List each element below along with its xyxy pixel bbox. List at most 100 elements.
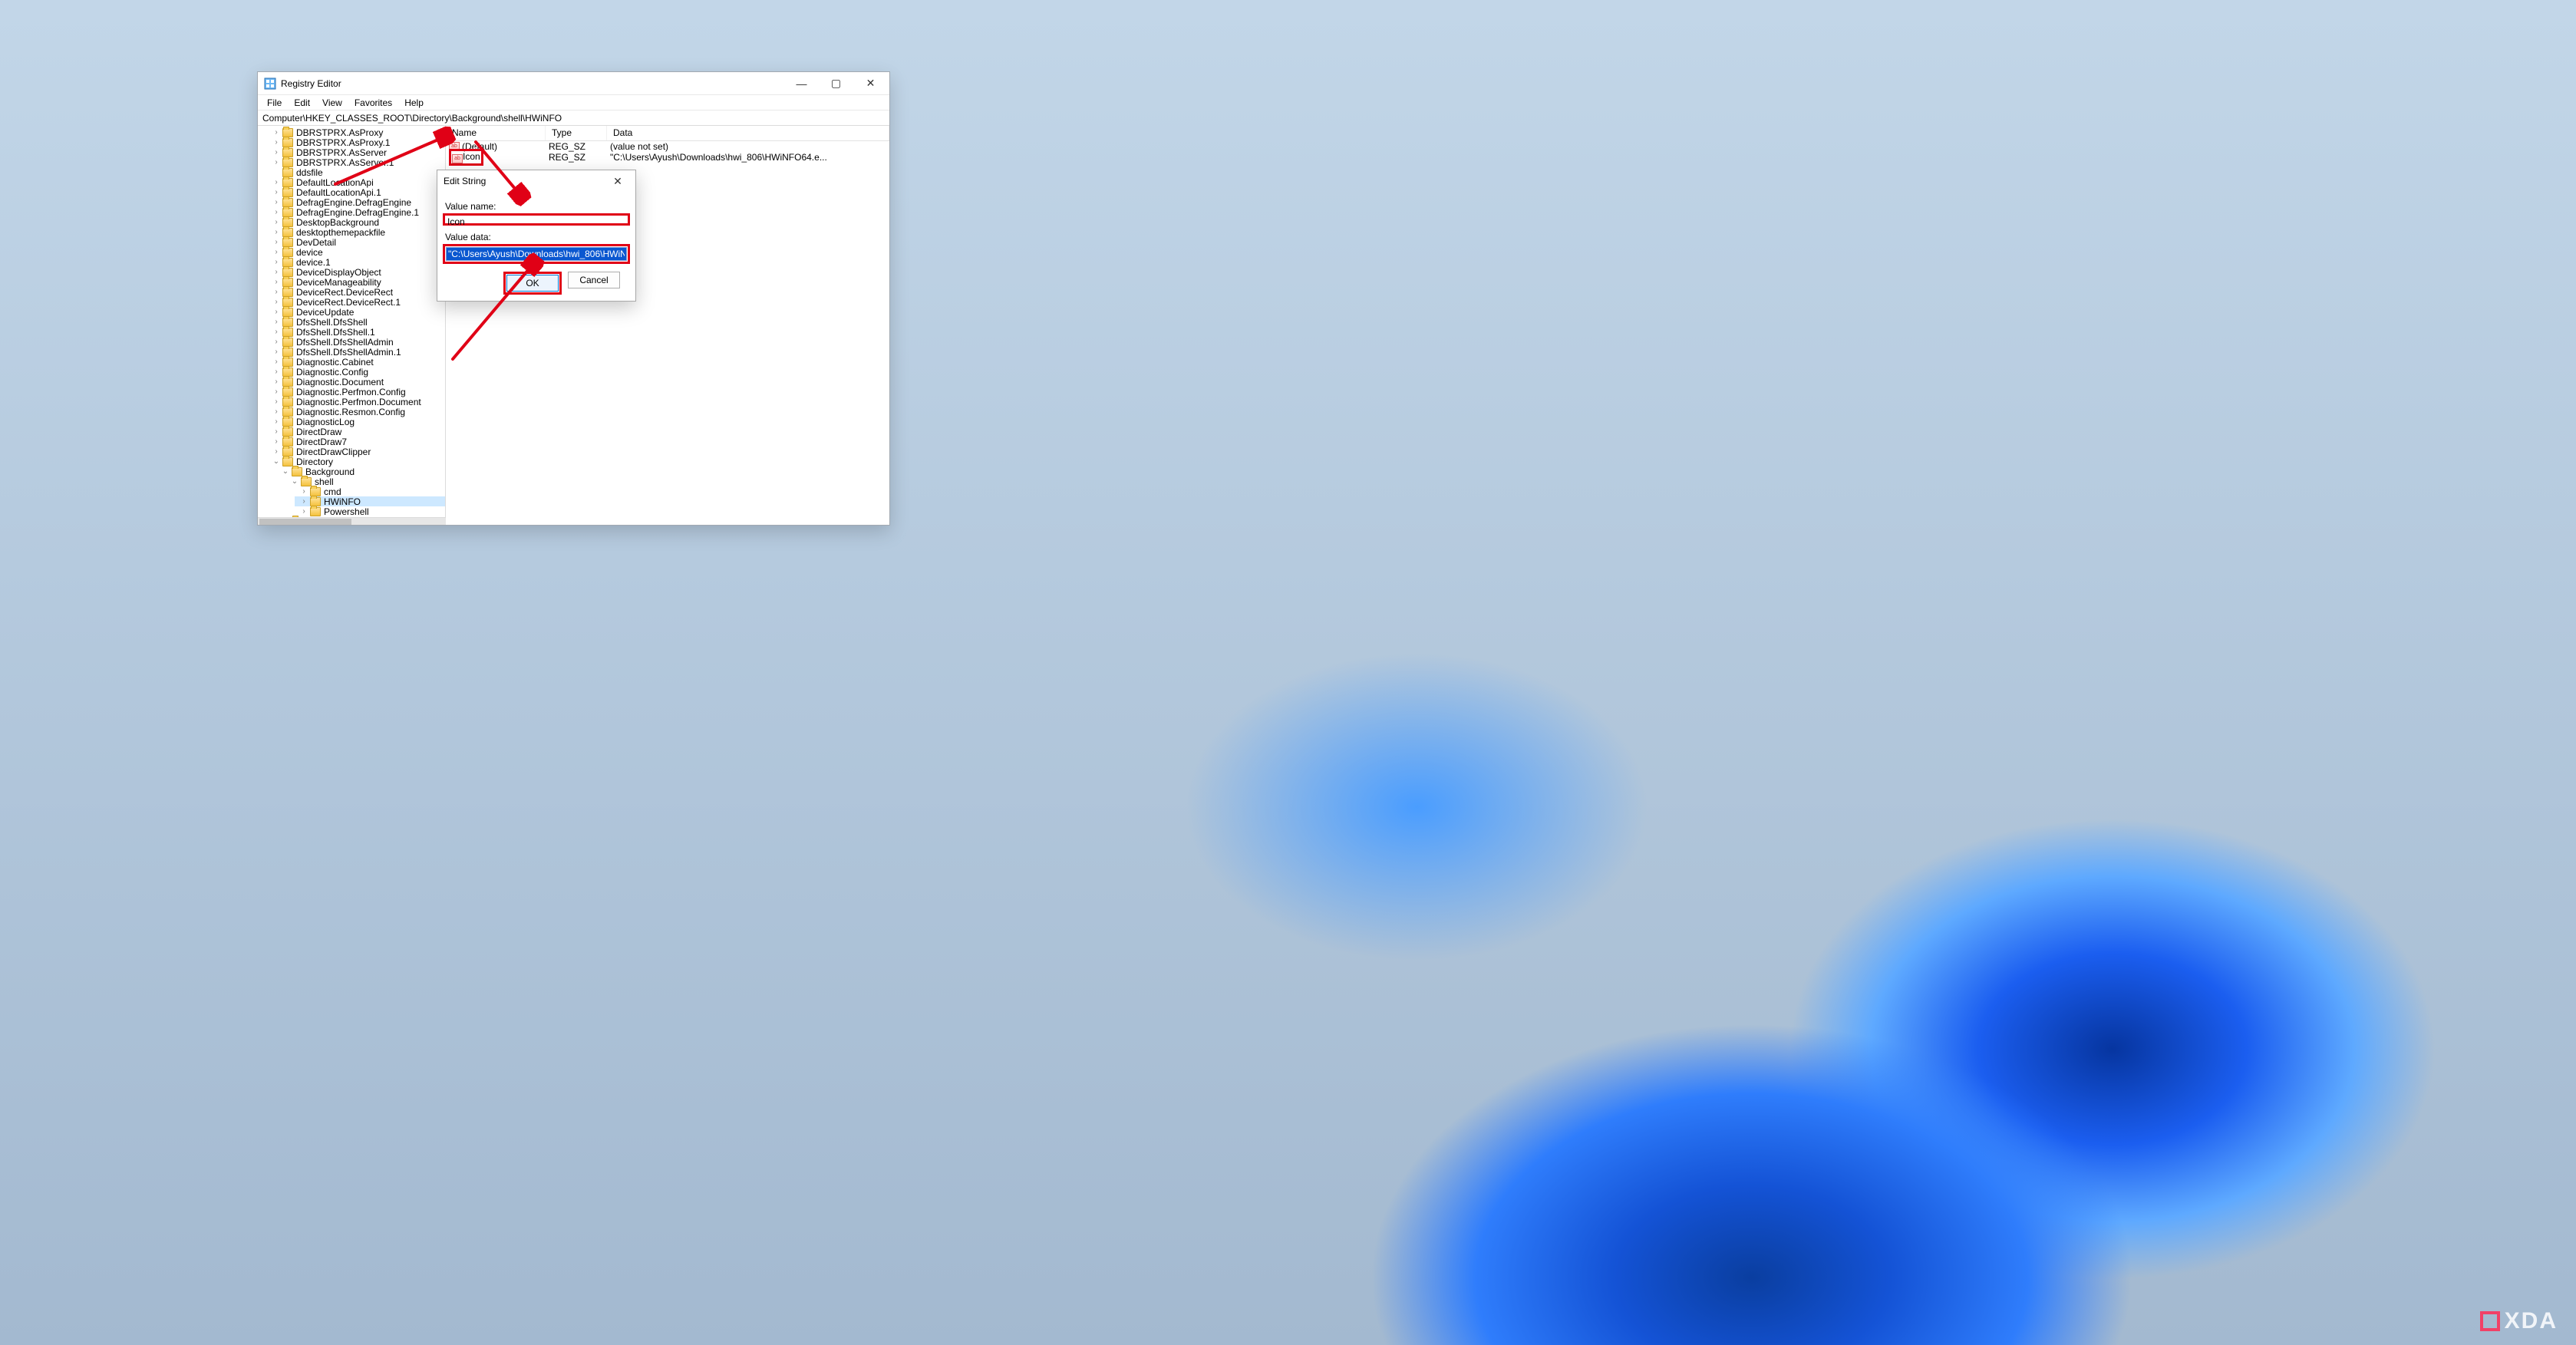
expand-icon[interactable]: › [272, 397, 281, 406]
expand-icon[interactable]: › [272, 138, 281, 147]
menu-file[interactable]: File [261, 96, 288, 110]
tree-node[interactable]: ›Diagnostic.Resmon.Config [267, 407, 445, 417]
scrollbar-thumb[interactable] [259, 519, 351, 525]
tree-node[interactable]: ›DfsShell.DfsShell [267, 317, 445, 327]
expand-icon[interactable]: › [272, 328, 281, 336]
tree-node[interactable]: ›DfsShell.DfsShellAdmin.1 [267, 347, 445, 357]
col-data[interactable]: Data [607, 126, 889, 140]
expand-icon[interactable]: › [272, 377, 281, 386]
tree-horizontal-scrollbar[interactable] [258, 517, 446, 525]
expand-icon[interactable]: ⌄ [290, 477, 299, 486]
menu-edit[interactable]: Edit [288, 96, 316, 110]
tree-node[interactable]: ›DfsShell.DfsShell.1 [267, 327, 445, 337]
tree-node[interactable]: ›DBRSTPRX.AsServer.1 [267, 157, 445, 167]
tree-node[interactable]: ›DeviceRect.DeviceRect.1 [267, 297, 445, 307]
tree-node[interactable]: ›DevDetail [267, 237, 445, 247]
menu-help[interactable]: Help [398, 96, 430, 110]
expand-icon[interactable]: › [272, 348, 281, 356]
tree-node[interactable]: ›desktopthemepackfile [267, 227, 445, 237]
key-tree[interactable]: ›DBRSTPRX.AsProxy›DBRSTPRX.AsProxy.1›DBR… [258, 126, 446, 525]
tree-node[interactable]: ›device [267, 247, 445, 257]
expand-icon[interactable]: › [272, 188, 281, 196]
tree-node[interactable]: ›DiagnosticLog [267, 417, 445, 427]
cancel-button[interactable]: Cancel [568, 272, 620, 288]
value-name-field[interactable]: Icon [443, 213, 630, 226]
tree-node[interactable]: ›DeviceManageability [267, 277, 445, 287]
expand-icon[interactable]: › [272, 178, 281, 186]
expand-icon[interactable]: › [272, 308, 281, 316]
expand-icon[interactable]: › [272, 148, 281, 157]
expand-icon[interactable]: › [272, 298, 281, 306]
expand-icon[interactable]: › [272, 198, 281, 206]
address-bar[interactable]: Computer\HKEY_CLASSES_ROOT\Directory\Bac… [258, 110, 889, 126]
tree-node[interactable]: ›DesktopBackground [267, 217, 445, 227]
expand-icon[interactable]: › [272, 158, 281, 166]
expand-icon[interactable]: › [272, 128, 281, 137]
tree-node[interactable]: ›DBRSTPRX.AsProxy [267, 127, 445, 137]
tree-node[interactable]: ›Diagnostic.Cabinet [267, 357, 445, 367]
expand-icon[interactable]: ⌄ [281, 467, 290, 476]
list-header[interactable]: Name Type Data [446, 126, 889, 141]
expand-icon[interactable]: › [272, 318, 281, 326]
expand-icon[interactable]: › [272, 228, 281, 236]
expand-icon[interactable]: › [272, 338, 281, 346]
tree-node[interactable]: ›DeviceUpdate [267, 307, 445, 317]
tree-node[interactable]: ›DirectDraw7 [267, 437, 445, 447]
expand-icon[interactable]: › [299, 507, 308, 516]
value-data-input[interactable] [446, 247, 627, 261]
value-row[interactable]: abIconREG_SZ"C:\Users\Ayush\Downloads\hw… [446, 152, 889, 163]
expand-icon[interactable]: › [272, 437, 281, 446]
expand-icon[interactable]: › [272, 208, 281, 216]
menu-favorites[interactable]: Favorites [348, 96, 398, 110]
expand-icon[interactable]: › [299, 497, 308, 506]
tree-node[interactable]: ›DBRSTPRX.AsServer [267, 147, 445, 157]
menu-view[interactable]: View [316, 96, 348, 110]
tree-node[interactable]: ⌄shell [285, 476, 445, 486]
tree-node[interactable]: ›DefragEngine.DefragEngine [267, 197, 445, 207]
expand-icon[interactable]: › [299, 487, 308, 496]
col-type[interactable]: Type [546, 126, 607, 140]
tree-node[interactable]: ›DfsShell.DfsShellAdmin [267, 337, 445, 347]
tree-node[interactable]: ›Diagnostic.Document [267, 377, 445, 387]
ok-button[interactable]: OK [506, 275, 559, 292]
col-name[interactable]: Name [446, 126, 546, 140]
tree-node[interactable]: ›DefaultLocationApi [267, 177, 445, 187]
expand-icon[interactable]: › [272, 258, 281, 266]
close-button[interactable]: ✕ [853, 73, 888, 94]
tree-node[interactable]: ›device.1 [267, 257, 445, 267]
maximize-button[interactable]: ▢ [819, 73, 853, 94]
dialog-titlebar[interactable]: Edit String ✕ [437, 170, 635, 192]
tree-node[interactable]: ›Diagnostic.Perfmon.Document [267, 397, 445, 407]
expand-icon[interactable]: › [272, 368, 281, 376]
tree-node[interactable]: ›DirectDraw [267, 427, 445, 437]
expand-icon[interactable]: › [272, 288, 281, 296]
expand-icon[interactable]: › [272, 358, 281, 366]
minimize-button[interactable]: — [784, 73, 819, 94]
tree-node[interactable]: ›HWiNFO [295, 496, 445, 506]
expand-icon[interactable]: › [272, 238, 281, 246]
expand-icon[interactable]: › [272, 417, 281, 426]
expand-icon[interactable]: › [272, 387, 281, 396]
expand-icon[interactable]: ⌄ [272, 457, 281, 466]
expand-icon[interactable]: › [272, 427, 281, 436]
tree-node[interactable]: ›DeviceDisplayObject [267, 267, 445, 277]
tree-node[interactable]: ›Powershell [295, 506, 445, 516]
tree-node[interactable]: ›cmd [295, 486, 445, 496]
tree-node[interactable]: ›DeviceRect.DeviceRect [267, 287, 445, 297]
value-data-highlight [443, 244, 630, 264]
expand-icon[interactable]: › [272, 278, 281, 286]
dialog-close-button[interactable]: ✕ [606, 172, 629, 190]
titlebar[interactable]: Registry Editor — ▢ ✕ [258, 72, 889, 95]
tree-node[interactable]: ›DirectDrawClipper [267, 447, 445, 457]
tree-node[interactable]: ›DBRSTPRX.AsProxy.1 [267, 137, 445, 147]
expand-icon[interactable]: › [272, 218, 281, 226]
tree-node[interactable]: ›Diagnostic.Perfmon.Config [267, 387, 445, 397]
expand-icon[interactable]: › [272, 447, 281, 456]
expand-icon[interactable]: › [272, 248, 281, 256]
tree-node[interactable]: ›DefragEngine.DefragEngine.1 [267, 207, 445, 217]
tree-node[interactable]: ddsfile [267, 167, 445, 177]
expand-icon[interactable]: › [272, 268, 281, 276]
tree-node[interactable]: ›Diagnostic.Config [267, 367, 445, 377]
expand-icon[interactable]: › [272, 407, 281, 416]
tree-node[interactable]: ›DefaultLocationApi.1 [267, 187, 445, 197]
